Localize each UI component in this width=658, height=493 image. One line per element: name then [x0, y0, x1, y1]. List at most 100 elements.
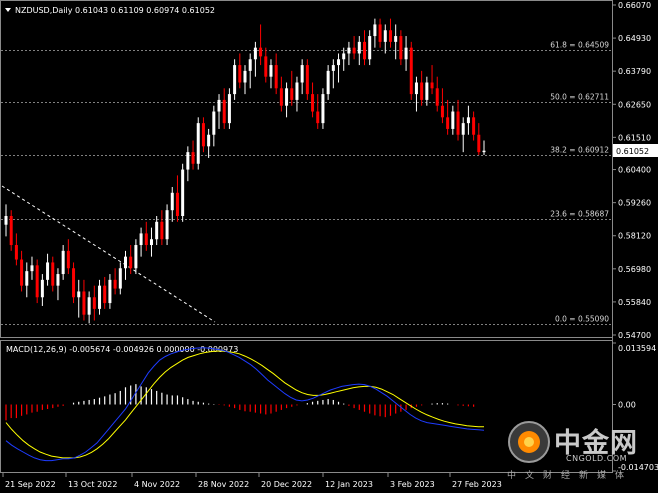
candle [290, 70, 294, 106]
chevron-down-icon[interactable] [5, 8, 11, 12]
candle [207, 128, 211, 158]
candle-body [134, 245, 138, 269]
candle-body [175, 192, 179, 217]
candle-body [222, 99, 226, 124]
candle [383, 24, 387, 54]
candle [446, 99, 450, 135]
candle-body [191, 152, 195, 164]
candle [4, 204, 8, 237]
candle-body [352, 47, 356, 54]
candle-body [87, 297, 91, 315]
candle-body [20, 259, 24, 286]
candle [326, 65, 330, 100]
candle [420, 70, 424, 106]
candle-body [196, 123, 200, 164]
main-chart-frame [0, 0, 613, 338]
candle [92, 285, 96, 321]
symbol-info: NZDUSD,Daily 0.61043 0.61109 0.60974 0.6… [15, 6, 215, 15]
time-tick-label: 4 Nov 2022 [134, 480, 180, 489]
current-price-label: 0.61052 [616, 147, 649, 156]
candle-body [451, 111, 455, 129]
candle [87, 291, 91, 324]
candle-body [337, 59, 341, 66]
candle-body [373, 24, 377, 37]
candle-body [160, 221, 164, 240]
candle-body [321, 94, 325, 124]
candle [14, 233, 18, 266]
candle [20, 250, 24, 292]
candle [253, 41, 257, 77]
candle-body [108, 279, 112, 304]
candle [222, 88, 226, 129]
candle [456, 99, 460, 141]
candle [118, 262, 122, 295]
time-tick-label: 3 Feb 2023 [390, 480, 435, 489]
candle [243, 65, 247, 95]
macd-main-line [5, 347, 485, 462]
candle-body [46, 262, 50, 280]
candle-body [207, 134, 211, 147]
candle [430, 65, 434, 95]
candle-body [56, 274, 60, 286]
candle [35, 259, 39, 304]
candle [435, 76, 439, 112]
candle-body [295, 82, 299, 100]
candle-body [77, 291, 81, 298]
candle [82, 279, 86, 321]
fib-level-label: 61.8 = 0.64509 [550, 41, 609, 50]
candle [144, 221, 148, 251]
candle [129, 245, 133, 275]
candle [482, 140, 486, 156]
candle-body [4, 216, 8, 225]
candle-body [155, 221, 159, 240]
candle [25, 262, 29, 298]
candle-body [243, 70, 247, 83]
candle-body [30, 265, 34, 272]
candle-body [326, 70, 330, 95]
candle-body [61, 250, 65, 275]
cngold-logo-icon [508, 421, 550, 463]
candle [316, 94, 320, 129]
candle [51, 256, 55, 292]
candle [347, 41, 351, 66]
candle-body [368, 36, 372, 60]
candle [331, 59, 335, 89]
macd-tick-label: 0.00 [618, 400, 636, 409]
candle-body [440, 105, 444, 118]
time-tick-label: 12 Jan 2023 [325, 480, 373, 489]
candle-body [103, 285, 107, 304]
candle-body [274, 65, 278, 89]
candle [248, 53, 252, 89]
candle-body [305, 65, 309, 95]
candle-body [269, 65, 273, 77]
candle-body [279, 88, 283, 106]
price-tick-label: 0.61510 [618, 133, 651, 142]
candle [477, 123, 481, 156]
candle [46, 253, 50, 286]
price-tick-label: 0.55840 [618, 298, 651, 307]
candle [160, 210, 164, 246]
candle [103, 276, 107, 309]
candle [295, 76, 299, 112]
fib-level-label: 38.2 = 0.60912 [550, 146, 609, 155]
candle [40, 274, 44, 306]
candle-body [118, 268, 122, 289]
candle-body [316, 111, 320, 124]
candle [191, 140, 195, 170]
candle-body [430, 82, 434, 89]
candle [305, 59, 309, 100]
candle [274, 53, 278, 95]
candle-body [311, 94, 315, 112]
candle [238, 53, 242, 89]
candle-body [170, 192, 174, 211]
fib-level-label: 23.6 = 0.58687 [550, 210, 609, 219]
candle [461, 117, 465, 153]
candle-body [472, 117, 476, 135]
candle [30, 256, 34, 280]
candle [201, 117, 205, 153]
candle-body [477, 134, 481, 153]
candle-body [238, 65, 242, 83]
candle-body [383, 30, 387, 42]
candle [414, 76, 418, 112]
price-tick-label: 0.63790 [618, 67, 651, 76]
